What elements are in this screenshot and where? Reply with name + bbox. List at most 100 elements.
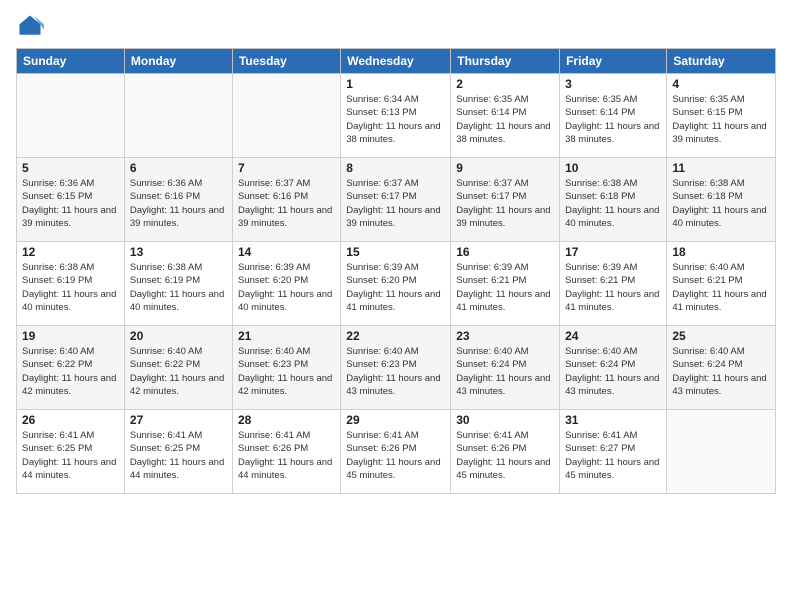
day-number: 30	[456, 413, 554, 427]
day-number: 2	[456, 77, 554, 91]
day-number: 1	[346, 77, 445, 91]
day-info: Sunrise: 6:38 AM Sunset: 6:18 PM Dayligh…	[565, 177, 661, 230]
day-info: Sunrise: 6:37 AM Sunset: 6:17 PM Dayligh…	[346, 177, 445, 230]
day-cell: 9Sunrise: 6:37 AM Sunset: 6:17 PM Daylig…	[451, 158, 560, 242]
day-info: Sunrise: 6:39 AM Sunset: 6:20 PM Dayligh…	[238, 261, 335, 314]
day-info: Sunrise: 6:40 AM Sunset: 6:24 PM Dayligh…	[672, 345, 770, 398]
day-info: Sunrise: 6:39 AM Sunset: 6:21 PM Dayligh…	[456, 261, 554, 314]
logo-icon	[16, 12, 44, 40]
week-row-2: 5 Sunrise: 6:36 AM Sunset: 6:15 PM Daylig…	[17, 158, 776, 242]
day-info: Sunrise: 6:35 AM Sunset: 6:15 PM Dayligh…	[672, 93, 770, 146]
day-info: Sunrise: 6:39 AM Sunset: 6:21 PM Dayligh…	[565, 261, 661, 314]
day-cell	[667, 410, 776, 494]
day-cell	[232, 74, 340, 158]
day-info: Sunrise: 6:41 AM Sunset: 6:26 PM Dayligh…	[346, 429, 445, 482]
day-info: Sunrise: 6:35 AM Sunset: 6:14 PM Dayligh…	[456, 93, 554, 146]
week-row-3: 12 Sunrise: 6:38 AM Sunset: 6:19 PM Dayli…	[17, 242, 776, 326]
day-number: 23	[456, 329, 554, 343]
day-number: 27	[130, 413, 227, 427]
weekday-header-sunday: Sunday	[17, 49, 125, 74]
day-cell: 13 Sunrise: 6:38 AM Sunset: 6:19 PM Dayli…	[124, 242, 232, 326]
day-info: Sunrise: 6:41 AM Sunset: 6:27 PM Dayligh…	[565, 429, 661, 482]
day-number: 9	[456, 161, 554, 175]
page: SundayMondayTuesdayWednesdayThursdayFrid…	[0, 0, 792, 612]
logo	[16, 12, 48, 40]
calendar-table: SundayMondayTuesdayWednesdayThursdayFrid…	[16, 48, 776, 494]
day-info: Sunrise: 6:41 AM Sunset: 6:26 PM Dayligh…	[238, 429, 335, 482]
day-number: 28	[238, 413, 335, 427]
day-info: Sunrise: 6:40 AM Sunset: 6:23 PM Dayligh…	[238, 345, 335, 398]
day-info: Sunrise: 6:37 AM Sunset: 6:16 PM Dayligh…	[238, 177, 335, 230]
day-cell: 6 Sunrise: 6:36 AM Sunset: 6:16 PM Daylig…	[124, 158, 232, 242]
weekday-header-tuesday: Tuesday	[232, 49, 340, 74]
day-cell: 22Sunrise: 6:40 AM Sunset: 6:23 PM Dayli…	[341, 326, 451, 410]
day-number: 8	[346, 161, 445, 175]
day-cell: 21 Sunrise: 6:40 AM Sunset: 6:23 PM Dayli…	[232, 326, 340, 410]
day-number: 4	[672, 77, 770, 91]
day-cell: 18Sunrise: 6:40 AM Sunset: 6:21 PM Dayli…	[667, 242, 776, 326]
day-number: 14	[238, 245, 335, 259]
day-info: Sunrise: 6:38 AM Sunset: 6:19 PM Dayligh…	[130, 261, 227, 314]
day-number: 31	[565, 413, 661, 427]
day-number: 16	[456, 245, 554, 259]
day-info: Sunrise: 6:36 AM Sunset: 6:16 PM Dayligh…	[130, 177, 227, 230]
day-info: Sunrise: 6:41 AM Sunset: 6:25 PM Dayligh…	[22, 429, 119, 482]
day-cell: 28 Sunrise: 6:41 AM Sunset: 6:26 PM Dayli…	[232, 410, 340, 494]
weekday-header-wednesday: Wednesday	[341, 49, 451, 74]
week-row-1: 1Sunrise: 6:34 AM Sunset: 6:13 PM Daylig…	[17, 74, 776, 158]
day-cell	[124, 74, 232, 158]
day-cell: 25Sunrise: 6:40 AM Sunset: 6:24 PM Dayli…	[667, 326, 776, 410]
day-cell: 26 Sunrise: 6:41 AM Sunset: 6:25 PM Dayli…	[17, 410, 125, 494]
day-number: 12	[22, 245, 119, 259]
day-cell: 2 Sunrise: 6:35 AM Sunset: 6:14 PM Daylig…	[451, 74, 560, 158]
day-cell: 3 Sunrise: 6:35 AM Sunset: 6:14 PM Daylig…	[560, 74, 667, 158]
day-number: 24	[565, 329, 661, 343]
day-number: 3	[565, 77, 661, 91]
day-cell: 15 Sunrise: 6:39 AM Sunset: 6:20 PM Dayli…	[341, 242, 451, 326]
day-number: 11	[672, 161, 770, 175]
day-cell: 24 Sunrise: 6:40 AM Sunset: 6:24 PM Dayli…	[560, 326, 667, 410]
weekday-header-row: SundayMondayTuesdayWednesdayThursdayFrid…	[17, 49, 776, 74]
day-cell: 20 Sunrise: 6:40 AM Sunset: 6:22 PM Dayli…	[124, 326, 232, 410]
day-info: Sunrise: 6:39 AM Sunset: 6:20 PM Dayligh…	[346, 261, 445, 314]
day-info: Sunrise: 6:36 AM Sunset: 6:15 PM Dayligh…	[22, 177, 119, 230]
day-cell: 30 Sunrise: 6:41 AM Sunset: 6:26 PM Dayli…	[451, 410, 560, 494]
weekday-header-thursday: Thursday	[451, 49, 560, 74]
week-row-5: 26 Sunrise: 6:41 AM Sunset: 6:25 PM Dayli…	[17, 410, 776, 494]
day-cell: 19Sunrise: 6:40 AM Sunset: 6:22 PM Dayli…	[17, 326, 125, 410]
day-cell: 10 Sunrise: 6:38 AM Sunset: 6:18 PM Dayli…	[560, 158, 667, 242]
day-cell	[17, 74, 125, 158]
day-info: Sunrise: 6:38 AM Sunset: 6:19 PM Dayligh…	[22, 261, 119, 314]
day-info: Sunrise: 6:41 AM Sunset: 6:26 PM Dayligh…	[456, 429, 554, 482]
day-cell: 12 Sunrise: 6:38 AM Sunset: 6:19 PM Dayli…	[17, 242, 125, 326]
day-number: 13	[130, 245, 227, 259]
day-number: 21	[238, 329, 335, 343]
header	[16, 12, 776, 40]
day-info: Sunrise: 6:35 AM Sunset: 6:14 PM Dayligh…	[565, 93, 661, 146]
week-row-4: 19Sunrise: 6:40 AM Sunset: 6:22 PM Dayli…	[17, 326, 776, 410]
day-cell: 11 Sunrise: 6:38 AM Sunset: 6:18 PM Dayli…	[667, 158, 776, 242]
day-number: 26	[22, 413, 119, 427]
day-info: Sunrise: 6:38 AM Sunset: 6:18 PM Dayligh…	[672, 177, 770, 230]
day-info: Sunrise: 6:40 AM Sunset: 6:23 PM Dayligh…	[346, 345, 445, 398]
weekday-header-friday: Friday	[560, 49, 667, 74]
day-cell: 1Sunrise: 6:34 AM Sunset: 6:13 PM Daylig…	[341, 74, 451, 158]
day-info: Sunrise: 6:40 AM Sunset: 6:22 PM Dayligh…	[130, 345, 227, 398]
day-number: 10	[565, 161, 661, 175]
weekday-header-saturday: Saturday	[667, 49, 776, 74]
day-number: 20	[130, 329, 227, 343]
day-number: 15	[346, 245, 445, 259]
day-number: 17	[565, 245, 661, 259]
day-cell: 4 Sunrise: 6:35 AM Sunset: 6:15 PM Daylig…	[667, 74, 776, 158]
day-cell: 16 Sunrise: 6:39 AM Sunset: 6:21 PM Dayli…	[451, 242, 560, 326]
day-cell: 14 Sunrise: 6:39 AM Sunset: 6:20 PM Dayli…	[232, 242, 340, 326]
day-info: Sunrise: 6:40 AM Sunset: 6:24 PM Dayligh…	[565, 345, 661, 398]
day-number: 29	[346, 413, 445, 427]
day-info: Sunrise: 6:40 AM Sunset: 6:21 PM Dayligh…	[672, 261, 770, 314]
weekday-header-monday: Monday	[124, 49, 232, 74]
day-cell: 29 Sunrise: 6:41 AM Sunset: 6:26 PM Dayli…	[341, 410, 451, 494]
day-number: 6	[130, 161, 227, 175]
day-number: 7	[238, 161, 335, 175]
day-number: 5	[22, 161, 119, 175]
day-info: Sunrise: 6:41 AM Sunset: 6:25 PM Dayligh…	[130, 429, 227, 482]
